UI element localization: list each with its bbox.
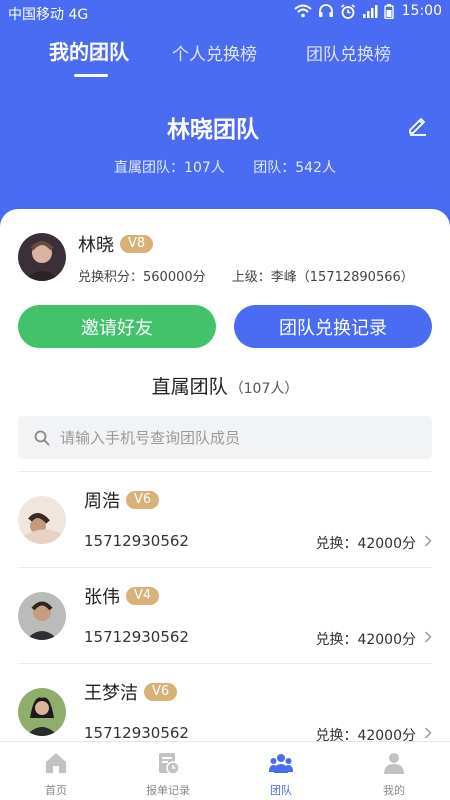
my-name: 林晓 xyxy=(78,235,114,256)
alarm-icon xyxy=(340,3,355,19)
member-name-row: 张伟 V4 xyxy=(84,583,160,609)
member-row[interactable]: 周浩 V6 15712930562 兑换：42000分 xyxy=(0,472,450,567)
clock: 15:00 xyxy=(401,3,442,19)
nav-records[interactable]: 报单记录 xyxy=(112,742,224,800)
member-level-badge: V4 xyxy=(126,587,160,605)
direct-team-count: 直属团队：107人 xyxy=(114,160,225,176)
headphones-icon xyxy=(318,4,333,17)
member-phone: 15712930562 xyxy=(84,532,189,550)
nav-home-label: 首页 xyxy=(45,784,67,797)
total-team-count: 团队：542人 xyxy=(253,160,336,176)
chevron-right-icon xyxy=(424,631,432,643)
level-badge: V8 xyxy=(120,235,154,253)
battery-icon xyxy=(383,3,394,19)
nav-team-label: 团队 xyxy=(270,784,292,797)
member-name: 王梦洁 xyxy=(84,683,138,704)
chevron-right-icon xyxy=(424,727,432,739)
section-title: 直属团队 （107人） xyxy=(0,372,450,399)
my-info-row: 兑换积分：560000分 上级：李峰（15712890566） xyxy=(78,266,414,285)
status-icons: 15:00 xyxy=(293,3,442,19)
home-icon xyxy=(46,753,66,773)
search-icon xyxy=(34,430,50,445)
team-title: 林晓团队 xyxy=(167,117,259,143)
member-avatar xyxy=(18,688,66,736)
nav-mine[interactable]: 我的 xyxy=(338,742,450,800)
chevron-right-icon xyxy=(424,535,432,547)
member-level-badge: V6 xyxy=(144,683,178,701)
record-icon xyxy=(159,753,180,775)
section-title-text: 直属团队 xyxy=(151,376,228,398)
member-name-row: 王梦洁 V6 xyxy=(84,679,178,705)
carrier-text: 中国移动 4G xyxy=(8,7,89,23)
team-exchange-records-button[interactable]: 团队兑换记录 xyxy=(234,305,432,348)
nav-home[interactable]: 首页 xyxy=(0,742,112,800)
member-avatar xyxy=(18,496,66,544)
member-name: 周浩 xyxy=(84,491,120,512)
member-name: 张伟 xyxy=(84,587,120,608)
nav-mine-label: 我的 xyxy=(383,784,405,797)
search-input[interactable] xyxy=(60,428,400,447)
tab-my-team[interactable]: 我的团队 xyxy=(49,36,129,65)
member-avatar xyxy=(18,592,66,640)
edit-icon[interactable] xyxy=(406,113,430,137)
team-icon xyxy=(269,754,293,773)
my-superior: 上级：李峰（15712890566） xyxy=(231,270,414,285)
wifi-icon xyxy=(293,4,312,18)
my-points: 兑换积分：560000分 xyxy=(78,270,206,285)
top-tabs: 我的团队 个人兑换榜 团队兑换榜 xyxy=(0,36,450,76)
invite-friends-button[interactable]: 邀请好友 xyxy=(18,305,216,348)
nav-records-label: 报单记录 xyxy=(146,784,190,797)
team-stats: 直属团队：107人 团队：542人 xyxy=(0,157,450,177)
member-points: 兑换：42000分 xyxy=(315,536,416,552)
member-points: 兑换：42000分 xyxy=(315,632,416,648)
user-icon xyxy=(384,753,404,774)
bottom-nav: 首页 报单记录 团队 我的 xyxy=(0,741,450,800)
my-name-row: 林晓 V8 xyxy=(78,231,154,257)
section-count: （107人） xyxy=(229,381,299,397)
status-bar: 中国移动 4G 15:00 xyxy=(0,0,450,26)
member-phone: 15712930562 xyxy=(84,628,189,646)
my-avatar xyxy=(18,233,66,281)
member-phone: 15712930562 xyxy=(84,724,189,742)
member-level-badge: V6 xyxy=(126,491,160,509)
search-bar xyxy=(18,416,432,459)
active-tab-indicator xyxy=(74,74,108,77)
nav-team[interactable]: 团队 xyxy=(225,742,337,800)
member-name-row: 周浩 V6 xyxy=(84,487,160,513)
tab-personal-ranking[interactable]: 个人兑换榜 xyxy=(172,40,257,65)
member-row[interactable]: 张伟 V4 15712930562 兑换：42000分 xyxy=(0,568,450,663)
signal-icon xyxy=(362,4,378,18)
tab-team-ranking[interactable]: 团队兑换榜 xyxy=(306,40,391,65)
